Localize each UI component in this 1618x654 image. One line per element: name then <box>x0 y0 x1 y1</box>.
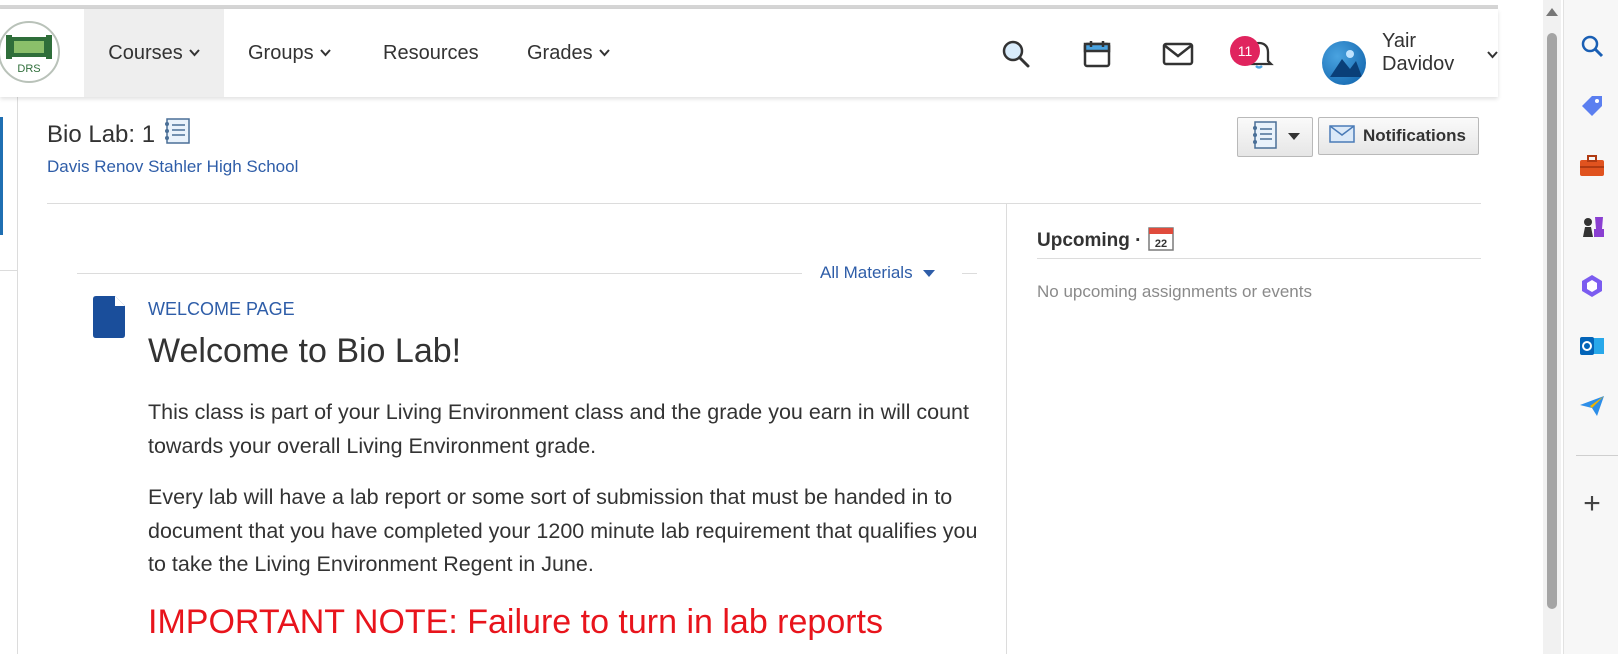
chevron-down-icon <box>319 46 331 60</box>
chess-icon[interactable] <box>1578 212 1606 240</box>
sidebar-divider <box>1576 455 1618 456</box>
nav-grades[interactable]: Grades <box>527 9 610 97</box>
chevron-down-icon <box>188 46 200 60</box>
nav-groups[interactable]: Groups <box>248 9 331 97</box>
user-menu[interactable]: Yair Davidov <box>1382 9 1498 97</box>
nav-resources-label: Resources <box>383 41 479 64</box>
course-options-button[interactable] <box>1237 117 1313 157</box>
calendar-icon[interactable] <box>1080 37 1114 71</box>
nav-groups-label: Groups <box>248 41 314 64</box>
caret-down-icon <box>1288 128 1300 146</box>
chevron-down-icon <box>598 46 610 60</box>
materials-divider <box>77 273 802 274</box>
copilot-icon[interactable] <box>1578 272 1606 300</box>
logo-text: DRS <box>17 63 40 75</box>
notebook-icon <box>1250 120 1278 154</box>
nav-courses[interactable]: Courses <box>84 9 224 97</box>
left-collapsed-panel <box>0 97 18 654</box>
top-navbar: DRS Courses Groups Resources Grades 11 Y… <box>0 9 1498 97</box>
tag-icon[interactable] <box>1578 92 1606 120</box>
all-materials-label: All Materials <box>820 263 913 282</box>
mail-icon[interactable] <box>1161 37 1195 71</box>
header-divider <box>47 203 1481 204</box>
welcome-paragraph-1: This class is part of your Living Enviro… <box>148 400 969 458</box>
envelope-icon <box>1329 124 1355 148</box>
caret-down-icon <box>922 269 935 277</box>
school-link[interactable]: Davis Renov Stahler High School <box>47 157 298 177</box>
important-note: IMPORTANT NOTE: Failure to turn in lab r… <box>148 603 884 641</box>
nav-courses-label: Courses <box>108 41 183 64</box>
gradebook-icon <box>163 118 191 151</box>
notifications-button[interactable]: Notifications <box>1318 117 1479 155</box>
send-icon[interactable] <box>1578 392 1606 420</box>
add-icon[interactable]: + <box>1578 487 1606 520</box>
notifications-button-label: Notifications <box>1363 126 1466 145</box>
school-logo[interactable]: DRS <box>0 21 60 83</box>
divider <box>0 270 17 271</box>
page-scrollbar[interactable] <box>1543 0 1561 654</box>
nav-grades-label: Grades <box>527 41 593 64</box>
welcome-heading: Welcome to Bio Lab! <box>148 332 462 370</box>
browser-sidebar: + <box>1563 0 1618 654</box>
welcome-page-label[interactable]: WELCOME PAGE <box>148 299 295 320</box>
upcoming-divider <box>1037 258 1481 259</box>
column-divider <box>1006 203 1007 654</box>
course-title: Bio Lab: 1 <box>47 118 191 151</box>
no-upcoming-text: No upcoming assignments or events <box>1037 282 1312 301</box>
left-panel-indicator <box>0 117 3 235</box>
notification-count-badge: 11 <box>1230 36 1260 66</box>
briefcase-icon[interactable] <box>1578 152 1606 180</box>
all-materials-filter[interactable]: All Materials <box>820 263 935 283</box>
scroll-up-arrow-icon[interactable] <box>1546 8 1558 16</box>
upcoming-header: Upcoming · 22 <box>1037 225 1174 257</box>
calendar-icon: 22 <box>1147 225 1174 257</box>
chevron-down-icon <box>1487 42 1498 65</box>
course-title-text: Bio Lab: 1 <box>47 120 156 148</box>
outlook-icon[interactable] <box>1578 332 1606 360</box>
calendar-day: 22 <box>1154 238 1166 250</box>
search-icon[interactable] <box>1578 32 1606 60</box>
search-icon[interactable] <box>999 37 1033 71</box>
user-name: Yair Davidov <box>1382 30 1455 75</box>
avatar[interactable] <box>1322 41 1366 85</box>
materials-divider <box>962 273 977 274</box>
upcoming-title: Upcoming · <box>1037 230 1142 251</box>
page-icon <box>93 296 125 343</box>
nav-resources[interactable]: Resources <box>383 9 479 97</box>
welcome-paragraph-2: Every lab will have a lab report or some… <box>148 485 978 576</box>
scroll-thumb[interactable] <box>1547 33 1557 609</box>
